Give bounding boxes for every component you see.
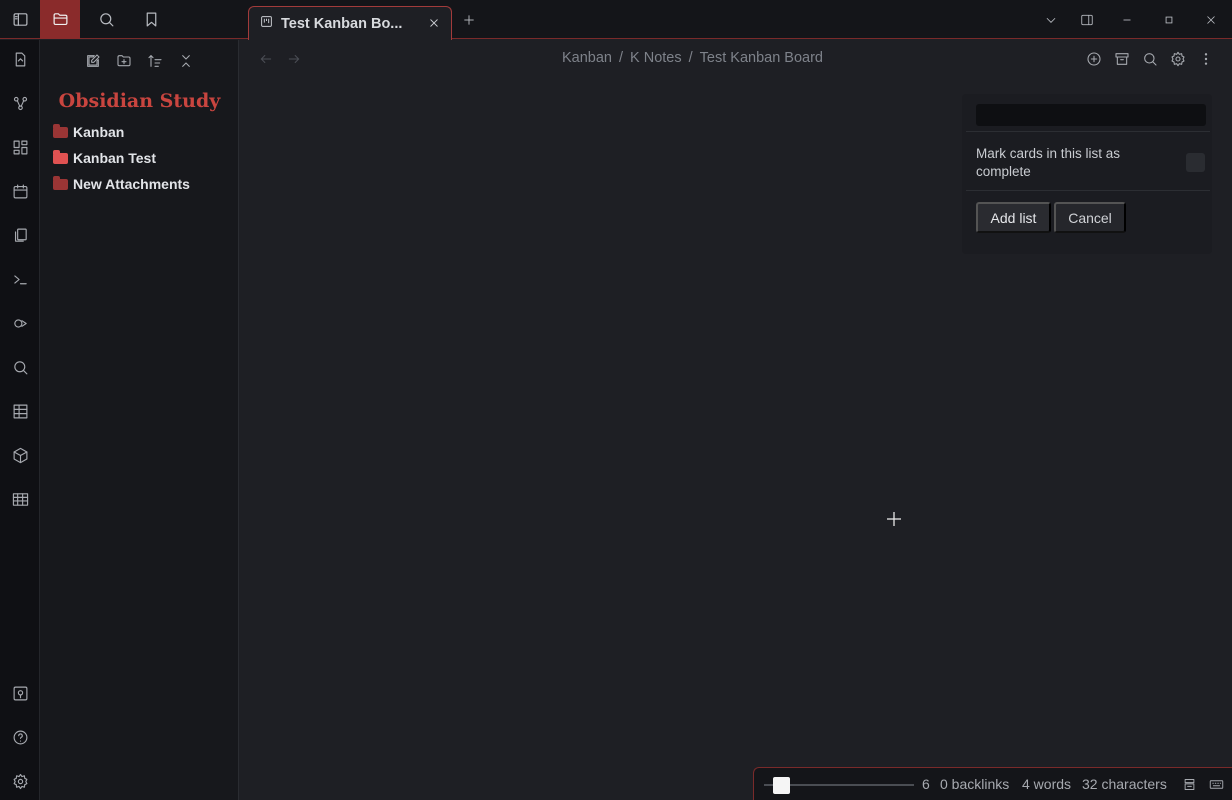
kanban-view: Kanban / K Notes / Test Kanban Board Mar… [240,40,1232,800]
help-icon[interactable] [10,727,30,747]
folder-open-icon [53,13,67,26]
list-title-input[interactable] [976,104,1206,126]
toggle-right-sidebar-icon[interactable] [1077,10,1097,30]
command-palette-icon[interactable] [10,269,30,289]
folder-kanban[interactable]: Kanban [53,121,124,143]
new-note-icon[interactable] [84,52,102,70]
folder-icon [53,175,68,190]
search-icon[interactable] [1140,49,1160,69]
board-settings-gear-icon[interactable] [1168,49,1188,69]
close-window-icon[interactable] [1201,10,1221,30]
add-list-icon[interactable] [1084,49,1104,69]
word-count: 4 words [1022,776,1072,792]
forward-arrow-icon[interactable] [285,50,303,68]
table-icon[interactable] [10,401,30,421]
search-icon[interactable] [10,357,30,377]
folder-icon [53,123,68,138]
sidebar-tab-strip [0,0,240,39]
open-quick-switcher-icon[interactable] [10,49,30,69]
archive-icon[interactable] [1112,49,1132,69]
folder-kanban-test[interactable]: Kanban Test [53,147,156,169]
calendar-icon[interactable] [10,181,30,201]
folder-icon [53,149,68,164]
search-tab[interactable] [86,0,126,39]
breadcrumb-item[interactable]: Kanban [562,50,612,66]
package-icon[interactable] [10,445,30,465]
graph-view-icon[interactable] [10,93,30,113]
breadcrumb-item[interactable]: Test Kanban Board [700,50,823,66]
file-explorer: Obsidian Study Kanban Kanban Test New At… [40,40,239,800]
breadcrumb-item[interactable]: K Notes [630,50,682,66]
folder-label: Kanban [73,124,125,140]
backlinks-count[interactable]: 0 backlinks [940,776,1009,792]
font-size-slider-thumb[interactable] [773,777,790,794]
divider [966,190,1210,191]
crosshair-cursor-icon [886,511,902,527]
settings-gear-icon[interactable] [10,771,30,791]
mark-complete-label: Mark cards in this list as complete [976,146,1121,179]
tab-title: Test Kanban Bo... [281,15,403,32]
tab-list-chevron-icon[interactable] [1041,10,1061,30]
close-tab-icon[interactable] [425,14,443,32]
mark-complete-toggle[interactable] [1186,153,1205,172]
sort-icon[interactable] [146,52,164,70]
bookmark-icon [146,12,156,27]
plugin-icon[interactable] [10,313,30,333]
templates-icon[interactable] [10,225,30,245]
add-list-button[interactable]: Add list [976,202,1051,233]
search-icon [99,13,113,27]
spreadsheet-icon[interactable] [10,489,30,509]
canvas-icon[interactable] [10,137,30,157]
folder-new-attachments[interactable]: New Attachments [53,173,190,195]
add-list-form: Mark cards in this list as complete Add … [962,94,1212,254]
more-options-icon[interactable] [1196,49,1216,69]
breadcrumb-separator: / [619,50,624,66]
status-bar: 6 0 backlinks 4 words 32 characters [753,767,1232,800]
tab-test-kanban-board[interactable]: Test Kanban Bo... [248,6,452,40]
back-arrow-icon[interactable] [257,50,275,68]
character-count: 32 characters [1082,776,1167,792]
collapse-all-icon[interactable] [177,52,195,70]
maximize-icon[interactable] [1159,10,1179,30]
breadcrumb-separator: / [688,50,693,66]
new-tab-icon[interactable] [460,11,478,29]
sync-status-icon[interactable] [1181,776,1198,793]
folder-label: New Attachments [73,176,190,192]
slider-value: 6 [922,776,930,792]
keyboard-icon[interactable] [1208,776,1225,793]
folder-label: Kanban Test [73,150,156,166]
kanban-board-icon [260,15,273,33]
new-folder-icon[interactable] [115,52,133,70]
minimize-icon[interactable] [1117,10,1137,30]
breadcrumb: Kanban / K Notes / Test Kanban Board [562,50,823,66]
vault-switcher-icon[interactable] [10,683,30,703]
ribbon [0,40,40,800]
file-explorer-tab[interactable] [40,0,80,39]
vault-name[interactable]: Obsidian Study [40,90,239,112]
file-explorer-toolbar [40,50,239,72]
divider [966,131,1210,132]
title-bar: Test Kanban Bo... [0,0,1232,40]
bookmarks-tab[interactable] [131,0,171,39]
toggle-sidebar-icon[interactable] [0,0,40,39]
cancel-button[interactable]: Cancel [1054,202,1126,233]
